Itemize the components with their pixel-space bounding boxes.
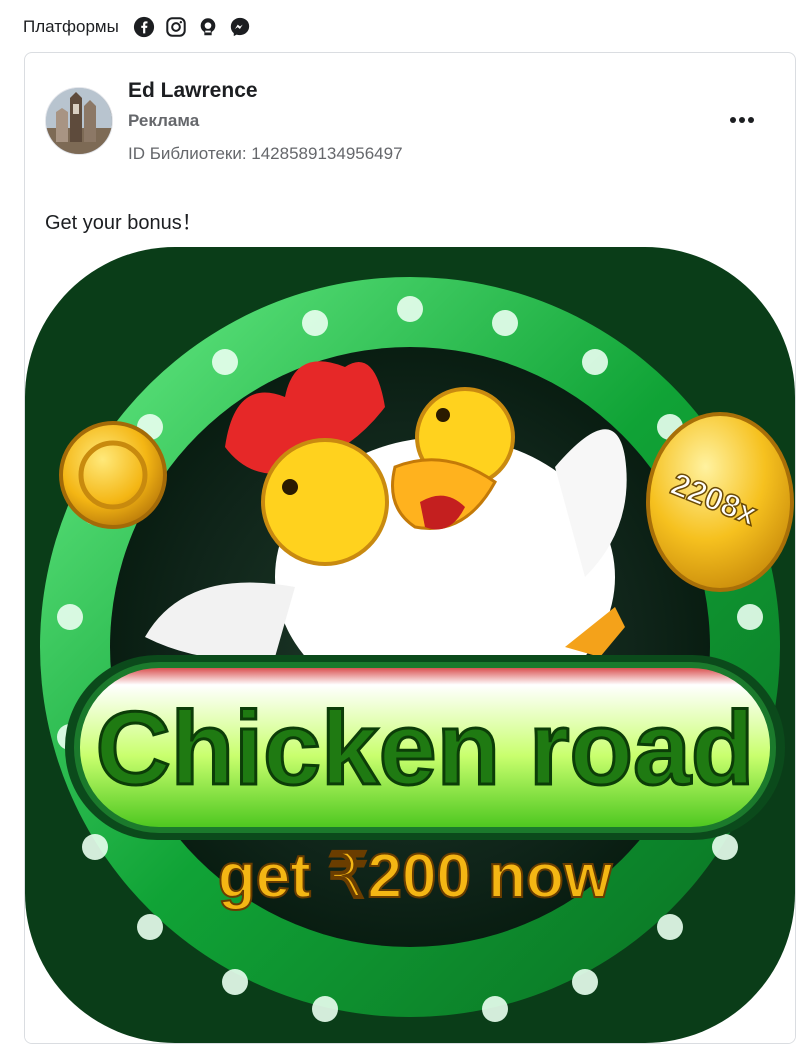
facebook-icon (133, 16, 155, 38)
creative-cta: get ₹200 now (218, 842, 613, 911)
creative-title: Chicken road (96, 691, 755, 807)
platforms-row: Платформы (23, 14, 251, 40)
messenger-icon (229, 16, 251, 38)
instagram-icon (165, 16, 187, 38)
platforms-label: Платформы (23, 17, 119, 36)
library-id: ID Библиотеки: 1428589134956497 (128, 144, 403, 163)
ad-card: Ed Lawrence Реклама ID Библиотеки: 14285… (24, 52, 796, 1044)
more-options-button[interactable] (725, 105, 759, 135)
more-dots-icon (730, 117, 754, 123)
audience-network-icon (197, 16, 219, 38)
advertiser-name[interactable]: Ed Lawrence (128, 79, 258, 103)
sponsored-label: Реклама (128, 111, 200, 130)
ad-caption: Get your bonus！ (45, 212, 202, 234)
avatar[interactable] (45, 87, 113, 155)
ad-creative-image[interactable]: 2208x Chicken road get ₹200 now (25, 247, 795, 1043)
